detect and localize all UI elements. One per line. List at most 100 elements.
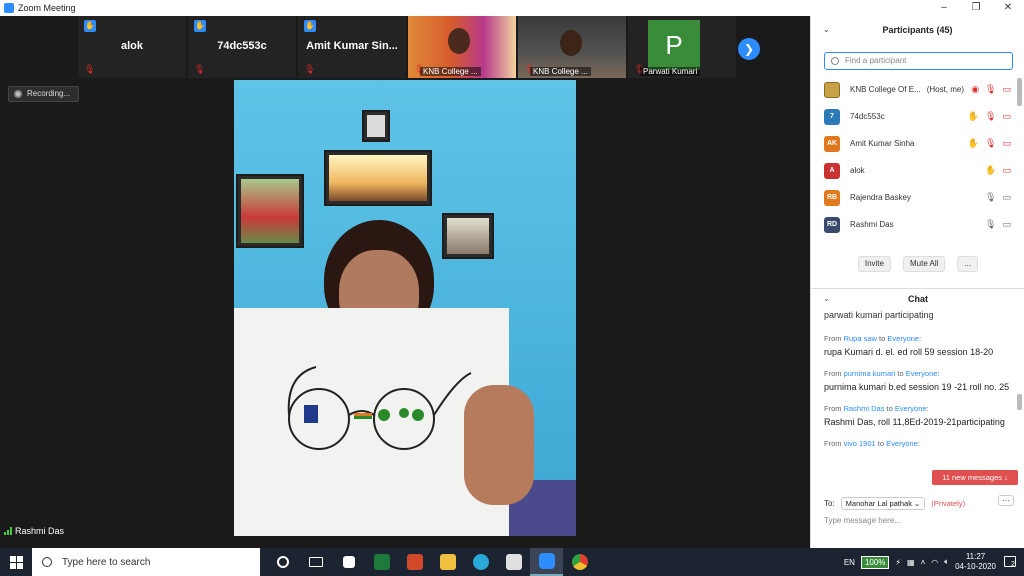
title-bar: Zoom Meeting – ❐ ✕ [0,0,1024,16]
thumbnail-amit[interactable]: ✋ Amit Kumar Sin... 🎙︎ [298,16,406,78]
participant-scrollbar[interactable] [1017,78,1022,106]
battery-indicator[interactable]: 100% [860,555,890,569]
file-explorer-button[interactable] [431,548,464,576]
store-button[interactable] [332,548,365,576]
chat-sender[interactable]: Rupa saw [844,334,877,343]
participant-list: KNB College Of E... (Host, me) ◉ 🎙︎ ▭ 7 … [811,76,1024,238]
participant-name: alok [850,166,865,175]
window-controls: – ❐ ✕ [928,0,1024,16]
to-word: to [877,439,885,448]
taskbar-search-input[interactable]: Type here to search [32,548,260,576]
recording-indicator[interactable]: Recording... [8,86,80,102]
muted-mic-icon: 🎙︎ [985,138,997,148]
chat-sender[interactable]: vivo 1901 [844,439,876,448]
wifi-icon[interactable]: ◠ [931,558,938,567]
thumbnail-74dc553c[interactable]: ✋ 74dc553c 🎙︎ [188,16,296,78]
mic-icon: 🎙︎ [985,192,997,202]
chat-message-text: purnima kumari b.ed session 19 -21 roll … [824,382,1010,392]
participant-row[interactable]: AK Amit Kumar Sinha ✋ 🎙︎ ▭ [811,130,1024,157]
mute-all-button[interactable]: Mute All [902,256,946,272]
participant-icons: 🎙︎ ▭ [985,184,1011,211]
chevron-up-icon[interactable]: ˄ [921,558,926,567]
invite-button[interactable]: Invite [857,256,891,272]
start-button[interactable] [0,548,32,576]
chat-header: ⌄ Chat [811,288,1024,308]
chat-message-input[interactable]: Type message here... [824,516,1014,530]
taskbar-search-placeholder: Type here to search [62,556,151,568]
raised-hand-icon: ✋ [194,20,206,32]
chat-sender[interactable]: purnima kumari [844,369,896,378]
chat-recipient[interactable]: Everyone [887,334,919,343]
mic-icon: 🎙︎ [985,219,997,229]
participant-search-input[interactable]: Find a participant [824,52,1013,70]
network-icon[interactable]: ▦ [907,558,915,567]
chat-title: Chat [908,294,928,304]
chat-message-meta: From purnima kumari to Everyone: [824,369,940,378]
raised-hand-icon: ✋ [985,165,997,175]
power-icon[interactable]: ⚡ [895,558,901,567]
clock[interactable]: 11:27 04-10-2020 [955,552,996,572]
active-speaker-name-tag: Rashmi Das [0,526,64,536]
edge-button[interactable] [464,548,497,576]
task-view-button[interactable] [299,548,332,576]
chevron-down-icon[interactable]: ⌄ [823,289,830,309]
avatar: AK [824,135,840,152]
video-person [448,28,470,54]
language-indicator[interactable]: EN [844,558,855,567]
chat-more-button[interactable]: ··· [998,495,1014,506]
muted-mic-icon: 🎙︎ [985,111,997,121]
chat-recipient[interactable]: Everyone [895,404,927,413]
chat-scrollbar[interactable] [1017,394,1022,410]
chat-recipient[interactable]: Everyone [906,369,938,378]
side-panel: ⌄ Participants (45) Find a participant K… [810,16,1024,548]
participant-row[interactable]: RD Rashmi Das 🎙︎ ▭ [811,211,1024,238]
avatar: A [824,162,840,179]
raised-hand-icon: ✋ [304,20,316,32]
more-options-button[interactable]: ... [957,256,979,272]
thumbnail-knb-1[interactable]: 🎙︎ KNB College ... [408,16,516,78]
recipient-select[interactable]: Manohar Lal pathak ⌄ [840,496,926,510]
next-page-button[interactable]: ❯ [738,38,760,60]
participant-row[interactable]: 7 74dc553c ✋ 🎙︎ ▭ [811,103,1024,130]
active-speaker-name: Rashmi Das [15,526,65,536]
signal-icon [4,527,12,535]
new-messages-button[interactable]: 11 new messages ↓ [932,470,1018,485]
excel-icon [373,554,390,570]
system-tray: EN 100% ⚡ ▦ ˄ ◠ 🔈︎ 11:27 04-10-2020 2 [844,548,1024,576]
avatar: P [648,20,700,70]
notification-center-button[interactable]: 2 [1002,554,1018,570]
powerpoint-button[interactable] [398,548,431,576]
app-button[interactable] [497,548,530,576]
muted-mic-icon: 🎙︎ [985,84,997,94]
avatar [824,81,840,98]
participant-name: KNB College Of E... [850,85,921,94]
chevron-down-icon[interactable]: ⌄ [823,16,830,44]
chat-recipient[interactable]: Everyone [886,439,918,448]
thumbnail-parwati[interactable]: P 🎙︎ Parwati Kumari [628,16,736,78]
clock-time: 11:27 [965,552,986,561]
close-button[interactable]: ✕ [992,0,1024,16]
chat-sender[interactable]: Rashmi Das [844,404,885,413]
clock-date: 04-10-2020 [955,562,996,571]
chrome-button[interactable] [563,548,596,576]
thumbnail-alok[interactable]: ✋ alok 🎙︎ [78,16,186,78]
participant-row[interactable]: RB Rajendra Baskey 🎙︎ ▭ [811,184,1024,211]
task-view-icon [308,557,323,567]
participant-icons: ◉ 🎙︎ ▭ [971,76,1011,103]
participants-header: ⌄ Participants (45) [811,16,1024,44]
participant-row[interactable]: KNB College Of E... (Host, me) ◉ 🎙︎ ▭ [811,76,1024,103]
minimize-button[interactable]: – [928,0,960,16]
thumbnail-knb-2[interactable]: 🎙︎ KNB College ... [518,16,626,78]
chat-message-meta: From Rashmi Das to Everyone: [824,404,929,413]
camera-icon: ▭ [1002,219,1011,229]
maximize-button[interactable]: ❐ [960,0,992,16]
chat-messages: parwati kumari participating From Rupa s… [824,310,1014,486]
volume-icon[interactable]: 🔈︎ [944,557,949,567]
participant-icons: ✋ ▭ [985,157,1011,184]
search-icon [831,57,839,65]
zoom-taskbar-button[interactable] [530,548,563,576]
cortana-button[interactable] [266,548,299,576]
wall-frame [442,213,494,259]
participant-row[interactable]: A alok ✋ ▭ [811,157,1024,184]
excel-button[interactable] [365,548,398,576]
